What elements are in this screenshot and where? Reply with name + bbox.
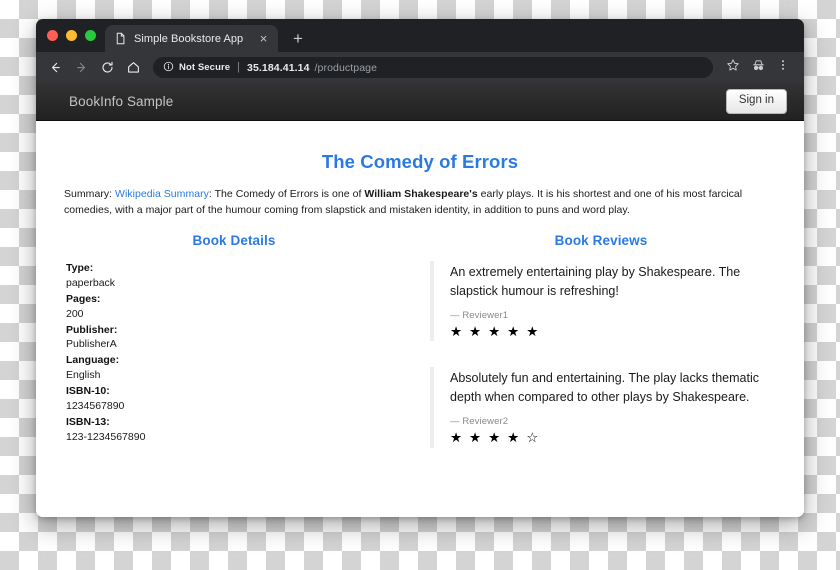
book-details-heading: Book Details xyxy=(192,232,276,248)
incognito-button[interactable] xyxy=(746,56,770,80)
browser-toolbar: Not Secure | 35.184.41.14 /productpage xyxy=(36,52,804,83)
security-status: Not Secure xyxy=(179,62,231,73)
url-path: /productpage xyxy=(314,61,378,74)
detail-value-isbn10: 1234567890 xyxy=(66,400,125,413)
review-text: An extremely entertaining play by Shakes… xyxy=(450,264,741,298)
tab-title: Simple Bookstore App xyxy=(134,32,244,45)
detail-label-language: Language: xyxy=(66,354,120,367)
reload-button[interactable] xyxy=(95,55,120,80)
page-icon xyxy=(114,32,127,45)
sign-in-button[interactable]: Sign in xyxy=(725,89,787,114)
content-columns: Book Details Type: paperback Pages: 200 … xyxy=(64,233,776,474)
forward-button[interactable] xyxy=(69,55,94,80)
detail-label-isbn13: ISBN-13: xyxy=(66,415,110,428)
three-dot-menu-icon xyxy=(776,58,790,77)
browser-tab[interactable]: Simple Bookstore App × xyxy=(105,25,278,52)
detail-label-publisher: Publisher: xyxy=(66,323,118,336)
book-details-column: Book Details Type: paperback Pages: 200 … xyxy=(64,233,420,474)
back-button[interactable] xyxy=(43,55,68,80)
url-host: 35.184.41.14 xyxy=(247,61,310,74)
book-reviews-column: Book Reviews An extremely entertaining p… xyxy=(420,233,776,474)
close-icon[interactable]: × xyxy=(256,31,271,46)
app-navbar: BookInfo Sample Sign in xyxy=(36,83,804,121)
detail-value-isbn13: 123-1234567890 xyxy=(66,430,146,443)
bookmark-button[interactable] xyxy=(721,56,745,80)
app-brand[interactable]: BookInfo Sample xyxy=(69,94,173,109)
detail-label-pages: Pages: xyxy=(66,292,101,305)
back-arrow-icon xyxy=(48,60,63,75)
summary-part1: : The Comedy of Errors is one of xyxy=(208,188,365,200)
page-viewport: BookInfo Sample Sign in The Comedy of Er… xyxy=(36,83,804,517)
window-controls xyxy=(44,19,105,52)
browser-window: Simple Bookstore App × + Not Secure | 35… xyxy=(36,19,804,517)
detail-value-pages: 200 xyxy=(66,307,84,320)
reload-icon xyxy=(100,60,115,75)
wikipedia-summary-link[interactable]: Wikipedia Summary xyxy=(115,188,209,200)
review-item: Absolutely fun and entertaining. The pla… xyxy=(430,367,772,448)
star-icon xyxy=(726,58,740,77)
detail-label-isbn10: ISBN-10: xyxy=(66,385,110,398)
incognito-icon xyxy=(751,58,766,78)
book-details-list: Type: paperback Pages: 200 Publisher: Pu… xyxy=(66,261,402,445)
minimize-window-button[interactable] xyxy=(66,30,77,41)
tab-strip: Simple Bookstore App × + xyxy=(36,19,804,52)
detail-label-type: Type: xyxy=(66,261,94,274)
page-title: The Comedy of Errors xyxy=(321,151,519,172)
new-tab-button[interactable]: + xyxy=(285,25,311,51)
close-window-button[interactable] xyxy=(47,30,58,41)
review-text: Absolutely fun and entertaining. The pla… xyxy=(450,371,759,405)
book-reviews-heading: Book Reviews xyxy=(554,232,648,248)
detail-value-language: English xyxy=(66,369,101,382)
summary-author: William Shakespeare's xyxy=(364,188,478,200)
forward-arrow-icon xyxy=(74,60,89,75)
summary-prefix: Summary: xyxy=(64,188,116,200)
omnibox-separator: | xyxy=(237,61,241,73)
detail-value-publisher: PublisherA xyxy=(66,338,117,351)
book-summary: Summary: Wikipedia Summary: The Comedy o… xyxy=(64,187,776,219)
info-circle-icon[interactable] xyxy=(163,59,174,77)
reviewer-name: — Reviewer2 xyxy=(450,416,509,428)
star-rating-icon: ★ ★ ★ ★ ☆ xyxy=(450,430,540,446)
review-item: An extremely entertaining play by Shakes… xyxy=(430,260,772,342)
star-rating-icon: ★ ★ ★ ★ ★ xyxy=(450,323,540,339)
page-content: The Comedy of Errors Summary: Wikipedia … xyxy=(36,121,804,474)
address-bar[interactable]: Not Secure | 35.184.41.14 /productpage xyxy=(153,57,713,78)
maximize-window-button[interactable] xyxy=(85,30,96,41)
browser-menu-button[interactable] xyxy=(771,56,795,80)
home-icon xyxy=(126,60,141,75)
reviewer-name: — Reviewer1 xyxy=(450,309,509,321)
home-button[interactable] xyxy=(121,55,146,80)
detail-value-type: paperback xyxy=(66,276,116,289)
